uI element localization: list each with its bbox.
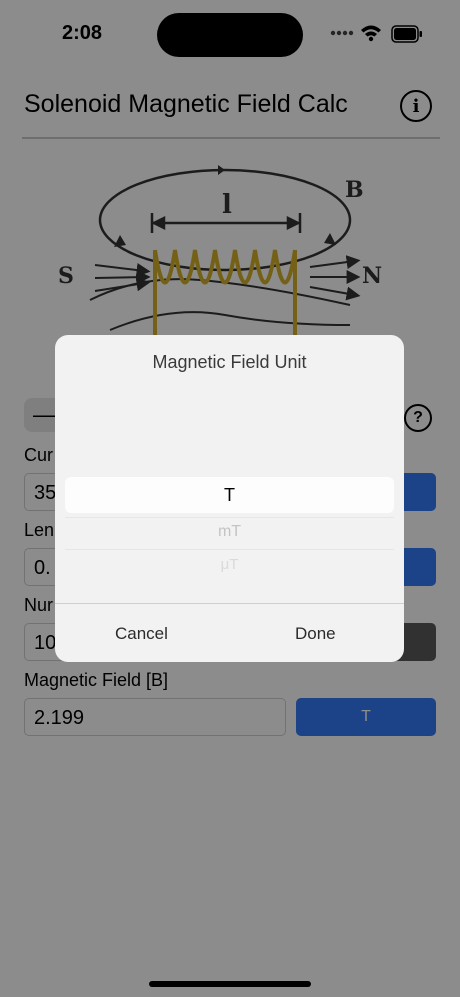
picker-option-ut[interactable]: μT <box>55 556 404 573</box>
picker-title: Magnetic Field Unit <box>152 352 307 372</box>
cancel-button[interactable]: Cancel <box>115 624 168 644</box>
picker-row-divider <box>65 517 394 518</box>
picker-row-divider <box>65 549 394 550</box>
picker-option-t[interactable]: T <box>55 485 404 506</box>
unit-picker-dialog: Magnetic Field Unit T mT μT Cancel Done <box>55 335 404 662</box>
done-button[interactable]: Done <box>295 624 336 644</box>
picker-button-divider <box>55 603 404 604</box>
home-indicator[interactable] <box>149 981 311 987</box>
picker-option-mt[interactable]: mT <box>55 523 404 541</box>
